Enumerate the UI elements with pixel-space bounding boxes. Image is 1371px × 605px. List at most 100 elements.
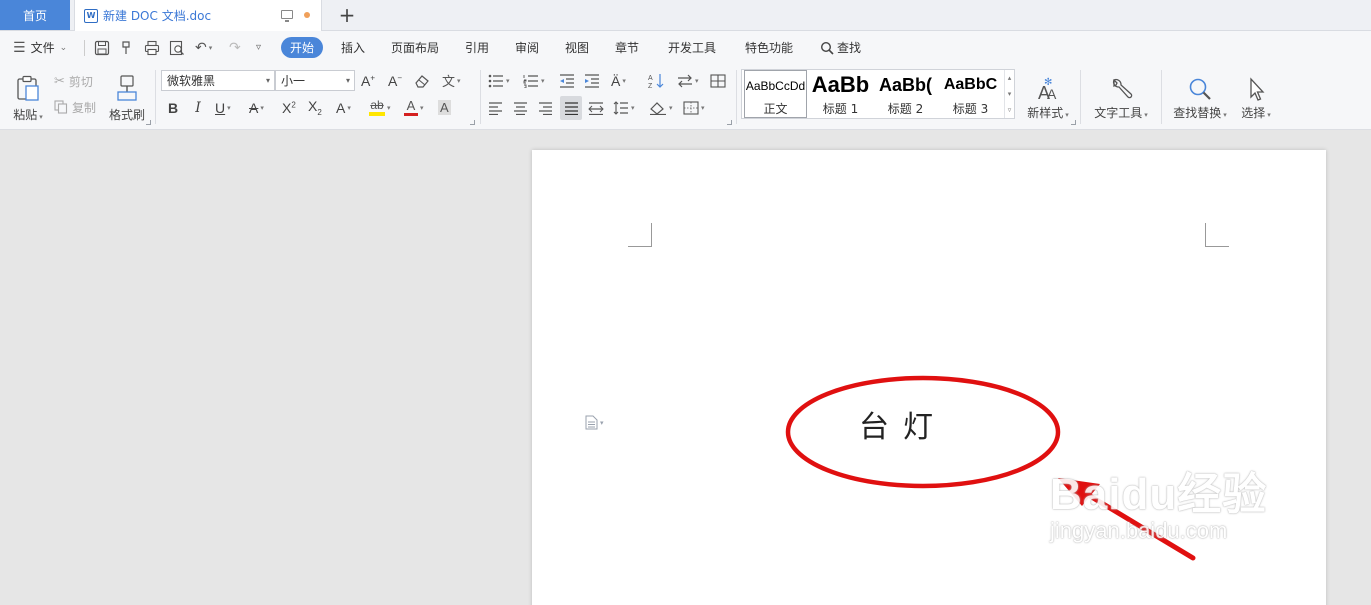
bold-button[interactable]: B [165,97,181,118]
print-preview-button[interactable] [169,31,185,64]
align-center-button[interactable] [513,98,528,118]
new-style-button[interactable]: A A ✻ 新样式 ▾ [1024,70,1072,126]
font-color-button[interactable]: A ▾ [404,97,424,118]
dropdown-arrow-icon: ▾ [345,76,350,85]
justify-button[interactable] [560,96,582,120]
menu-tab-chapter[interactable]: 章节 [615,31,639,64]
style-heading-3[interactable]: AaBbC 标题 3 [939,70,1002,118]
char-spacing-button[interactable]: Ä ▾ [611,71,626,91]
group-expand-icon[interactable] [146,120,151,125]
borders-button[interactable]: ▾ [683,98,705,118]
find-replace-button[interactable]: 查找替换 ▾ [1170,70,1230,126]
tab-document[interactable]: W 新建 DOC 文档.doc [74,0,322,31]
numbered-list-button[interactable]: ▾ [523,71,545,91]
strikethrough-button[interactable]: A ▾ [249,97,264,118]
document-tab-title: 新建 DOC 文档.doc [103,9,212,23]
dropdown-arrow-icon: ▾ [541,77,545,85]
paragraph-layout-button[interactable]: ▾ [585,415,604,430]
shading-button[interactable]: ▾ [649,98,673,118]
font-size-value: 小一 [281,74,306,88]
text-tools-button[interactable]: 文字工具 ▾ [1090,70,1152,126]
menu-tab-review[interactable]: 审阅 [515,31,539,64]
underline-button[interactable]: U ▾ [215,97,231,118]
format-painter-quick-button[interactable] [119,31,135,64]
dropdown-arrow-icon: ▾ [622,77,626,85]
redo-button[interactable]: ↷ [229,31,241,64]
highlight-button[interactable]: ab ▾ [369,97,391,118]
dropdown-arrow-icon: ▾ [265,76,270,85]
numbered-list-icon [523,75,538,88]
superscript-button[interactable]: X2 [282,97,296,118]
print-button[interactable] [144,31,160,64]
menu-tab-references[interactable]: 引用 [465,31,489,64]
menu-search[interactable]: 查找 [820,31,861,64]
align-left-button[interactable] [488,98,503,118]
char-shading-button[interactable]: A [438,97,451,118]
dropdown-arrow-icon: ▾ [506,77,510,85]
undo-button[interactable]: ↶ ▾ [195,31,212,64]
table-layout-button[interactable] [710,71,726,91]
tab-home[interactable]: 首页 [0,0,70,30]
font-name-value: 微软雅黑 [167,74,216,88]
chevron-down-icon[interactable]: ▾ [1008,90,1012,98]
monitor-icon[interactable] [281,10,293,22]
format-painter-button[interactable]: 格式刷 [106,70,148,126]
expand-gallery-icon[interactable]: ▿ [1008,106,1012,114]
subscript-icon: X2 [308,98,322,117]
align-right-button[interactable] [538,98,553,118]
document-body-text[interactable]: 台灯 [859,402,947,446]
font-size-select[interactable]: 小一 ▾ [275,70,355,91]
font-name-select[interactable]: 微软雅黑 ▾ [161,70,275,91]
grow-font-button[interactable]: A+ [361,70,375,91]
save-button[interactable] [94,31,110,64]
swap-arrows-icon [678,74,692,88]
style-normal[interactable]: AaBbCcDd 正文 [744,70,807,118]
group-expand-icon[interactable] [1071,120,1076,125]
watermark-main-text: Baidu经验 [1050,470,1268,519]
subscript-button[interactable]: X2 [308,97,322,118]
cursor-arrow-icon [1250,76,1265,101]
distribute-button[interactable] [588,98,604,118]
bullet-list-button[interactable]: ▾ [488,71,510,91]
text-effect-button[interactable]: A ▾ [336,97,351,118]
menu-tab-page-layout[interactable]: 页面布局 [391,31,439,64]
decrease-indent-button[interactable] [559,71,575,91]
styles-scrollbar[interactable]: ▴ ▾ ▿ [1004,70,1014,118]
divider [1080,70,1081,124]
tab-bar: 首页 W 新建 DOC 文档.doc + [0,0,1371,31]
menu-tab-insert[interactable]: 插入 [341,31,365,64]
paste-button[interactable]: 粘贴 ▾ [10,70,46,126]
sort-icon: AZ [648,74,664,89]
paragraph-direction-button[interactable]: ▾ [677,71,699,91]
italic-button[interactable]: I [190,97,206,118]
clear-format-button[interactable] [414,70,430,91]
menu-tab-view[interactable]: 视图 [565,31,589,64]
search-icon [820,41,834,55]
menu-search-label: 查找 [837,41,862,55]
line-spacing-icon [613,101,628,115]
cut-label: 剪切 [68,74,93,89]
copy-button[interactable]: 复制 [54,98,96,116]
group-expand-icon[interactable] [470,120,475,125]
chevron-up-icon[interactable]: ▴ [1008,74,1012,82]
quick-access-dropdown[interactable]: ▿ [256,31,261,64]
new-tab-button[interactable]: + [336,3,358,27]
file-menu[interactable]: ☰ 文件 ⌄ [13,31,67,64]
dropdown-arrow-icon: ▾ [600,418,604,427]
menu-tab-features[interactable]: 特色功能 [745,31,793,64]
superscript-icon: X2 [282,99,296,116]
sort-button[interactable]: AZ [648,71,666,91]
line-spacing-button[interactable]: ▾ [613,98,635,118]
cut-button[interactable]: ✂ 剪切 [54,72,93,90]
menu-tab-developer[interactable]: 开发工具 [668,31,716,64]
style-heading-2[interactable]: AaBb( 标题 2 [874,70,937,118]
menu-tab-start[interactable]: 开始 [281,31,324,64]
phonetic-guide-button[interactable]: 文 ▾ [442,70,461,91]
select-button[interactable]: 选择 ▾ [1236,70,1276,126]
increase-indent-button[interactable] [584,71,600,91]
dropdown-arrow-icon: ▾ [420,103,424,112]
shrink-font-button[interactable]: A− [388,70,402,91]
style-heading-1[interactable]: AaBb 标题 1 [809,70,872,118]
outdent-icon [560,74,574,88]
group-expand-icon[interactable] [727,120,732,125]
